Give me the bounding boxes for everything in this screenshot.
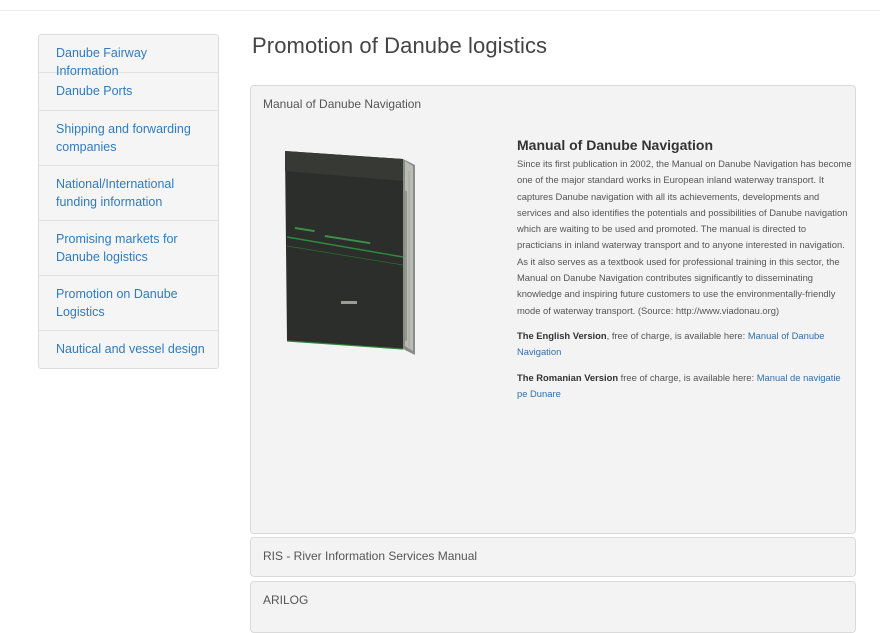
- page-title: Promotion of Danube logistics: [252, 33, 548, 58]
- sidebar-item-danube-fairway-information[interactable]: Danube Fairway Information: [39, 35, 218, 78]
- sidebar-item-promotion-logistics[interactable]: Promotion on Danube Logistics: [39, 276, 218, 331]
- sidebar-item-shipping-forwarding[interactable]: Shipping and forwarding companies: [39, 111, 218, 166]
- romanian-version-text: free of charge, is available here:: [618, 371, 757, 383]
- sidebar-nav: Danube Fairway Information Danube Ports …: [38, 34, 219, 369]
- article-manual: Manual of Danube Navigation Since its fi…: [517, 137, 853, 402]
- article-title: Manual of Danube Navigation: [517, 137, 714, 153]
- romanian-version-label: The Romanian Version: [517, 371, 619, 383]
- english-version-label: The English Version: [517, 329, 607, 341]
- article-description: Since its first publication in 2002, the…: [517, 158, 852, 316]
- english-version-paragraph: The English Version, free of charge, is …: [517, 328, 853, 361]
- sidebar-item-promising-markets[interactable]: Promising markets for Danube logistics: [39, 221, 218, 276]
- sidebar-item-nautical-vessel-design[interactable]: Nautical and vessel design: [39, 331, 218, 368]
- panel-ris-manual: RIS - River Information Services Manual: [250, 537, 856, 577]
- panel-arilog: ARILOG: [250, 581, 856, 633]
- sidebar-item-funding-information[interactable]: National/International funding informati…: [39, 166, 218, 221]
- top-divider: [0, 0, 880, 11]
- panel-manual-danube-navigation: Manual of Danube Navigation Manual of Da…: [250, 85, 856, 534]
- book-cover-image: [285, 151, 445, 356]
- english-version-text: , free of charge, is available here:: [606, 329, 748, 341]
- romanian-version-paragraph: The Romanian Version free of charge, is …: [517, 370, 853, 403]
- panel-heading-ris[interactable]: RIS - River Information Services Manual: [251, 538, 855, 574]
- panel-heading-manual[interactable]: Manual of Danube Navigation: [251, 86, 855, 122]
- panel-heading-arilog[interactable]: ARILOG: [251, 582, 855, 618]
